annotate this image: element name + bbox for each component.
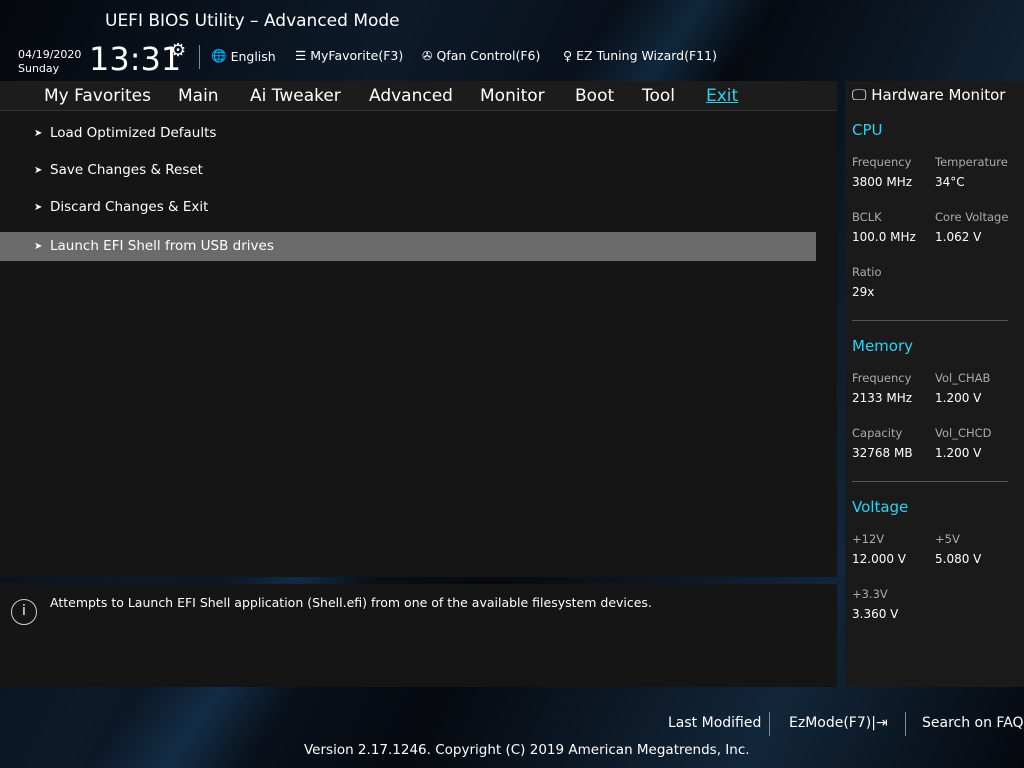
clock: 13:31 — [89, 40, 182, 78]
tab-ai-tweaker[interactable]: Ai Tweaker — [250, 86, 341, 106]
value: 32768 MB — [852, 446, 913, 460]
divider — [852, 320, 1008, 321]
day-text: Sunday — [18, 62, 60, 75]
exit-menu: ➤ Load Optimized Defaults ➤ Save Changes &… — [0, 111, 837, 577]
menu-label: Load Optimized Defaults — [50, 125, 217, 141]
label: Vol_CHCD — [935, 426, 992, 440]
arrow-icon: ➤ — [34, 128, 43, 139]
menu-label: Save Changes & Reset — [50, 162, 203, 178]
label: +3.3V — [852, 587, 888, 601]
gear-icon[interactable]: ⚙ — [170, 40, 186, 61]
language-button[interactable]: 🌐 English — [211, 48, 276, 64]
search-faq-button[interactable]: Search on FAQ — [922, 715, 1024, 731]
help-text: Attempts to Launch EFI Shell application… — [50, 595, 652, 610]
tab-main[interactable]: Main — [178, 86, 219, 106]
tab-advanced[interactable]: Advanced — [369, 86, 453, 106]
value: 34°C — [935, 175, 965, 189]
value: 3800 MHz — [852, 175, 913, 189]
tab-exit[interactable]: Exit — [706, 86, 738, 106]
label: Frequency — [852, 155, 912, 169]
last-modified-button[interactable]: Last Modified — [668, 715, 761, 731]
tab-tool[interactable]: Tool — [642, 86, 675, 106]
language-label: English — [230, 48, 276, 64]
ezmode-label: EzMode(F7) — [789, 715, 872, 731]
value: 3.360 V — [852, 607, 899, 621]
ez-tuning-button[interactable]: ♀ EZ Tuning Wizard(F11) — [563, 48, 717, 63]
tab-monitor[interactable]: Monitor — [480, 86, 545, 106]
monitor-icon: 🖵 — [852, 86, 867, 104]
version-text: Version 2.17.1246. Copyright (C) 2019 Am… — [304, 742, 750, 758]
value: 1.062 V — [935, 230, 982, 244]
label: Vol_CHAB — [935, 371, 991, 385]
menu-item-selected[interactable]: ➤ Launch EFI Shell from USB drives — [0, 232, 816, 261]
tab-my-favorites[interactable]: My Favorites — [44, 86, 151, 106]
label: +12V — [852, 532, 885, 546]
value: 1.200 V — [935, 446, 982, 460]
divider — [852, 481, 1008, 482]
value: 5.080 V — [935, 552, 982, 566]
value: 100.0 MHz — [852, 230, 916, 244]
arrow-icon: ➤ — [34, 165, 43, 176]
label: Ratio — [852, 265, 882, 279]
value: 1.200 V — [935, 391, 982, 405]
value: 2133 MHz — [852, 391, 913, 405]
qfan-button[interactable]: ✇ Qfan Control(F6) — [422, 48, 540, 63]
help-panel: i Attempts to Launch EFI Shell applicati… — [0, 584, 837, 687]
tab-bar: My Favorites Main Ai Tweaker Advanced Mo… — [0, 81, 837, 111]
page-title: UEFI BIOS Utility – Advanced Mode — [105, 11, 400, 31]
exit-arrow-icon: |⇥ — [871, 715, 888, 731]
arrow-icon: ➤ — [34, 202, 43, 213]
ezmode-button[interactable]: EzMode(F7)|⇥ — [789, 715, 888, 731]
memory-heading: Memory — [852, 337, 914, 355]
date-text: 04/19/2020 — [18, 48, 82, 61]
fan-icon: ✇ — [422, 48, 433, 63]
myfavorite-label: MyFavorite(F3) — [310, 48, 404, 63]
hardware-monitor: 🖵 Hardware Monitor CPU Frequency Tempera… — [845, 81, 1024, 687]
qfan-label: Qfan Control(F6) — [436, 48, 541, 63]
hardware-monitor-title: 🖵 Hardware Monitor — [852, 86, 1005, 104]
ez-tuning-label: EZ Tuning Wizard(F11) — [576, 48, 717, 63]
divider — [769, 712, 770, 736]
bulb-icon: ♀ — [563, 48, 573, 63]
list-icon: ☰ — [295, 48, 307, 63]
value: 12.000 V — [852, 552, 907, 566]
arrow-icon: ➤ — [34, 241, 43, 252]
label: Temperature — [935, 155, 1008, 169]
label: Frequency — [852, 371, 912, 385]
label: BCLK — [852, 210, 882, 224]
menu-label: Discard Changes & Exit — [50, 199, 209, 215]
value: 29x — [852, 285, 875, 299]
divider — [905, 712, 906, 736]
voltage-heading: Voltage — [852, 498, 909, 516]
menu-item[interactable]: ➤ Load Optimized Defaults — [0, 119, 816, 148]
divider — [199, 45, 200, 69]
hw-title-text: Hardware Monitor — [871, 86, 1006, 104]
globe-icon: 🌐 — [211, 48, 227, 63]
menu-label: Launch EFI Shell from USB drives — [50, 238, 274, 254]
myfavorite-button[interactable]: ☰ MyFavorite(F3) — [295, 48, 403, 63]
date: 04/19/2020 Sunday — [18, 48, 81, 76]
menu-item[interactable]: ➤ Save Changes & Reset — [0, 156, 816, 185]
tab-boot[interactable]: Boot — [575, 86, 614, 106]
label: +5V — [935, 532, 960, 546]
label: Capacity — [852, 426, 903, 440]
label: Core Voltage — [935, 210, 1009, 224]
menu-item[interactable]: ➤ Discard Changes & Exit — [0, 193, 816, 222]
info-icon: i — [11, 599, 37, 625]
cpu-heading: CPU — [852, 121, 883, 139]
